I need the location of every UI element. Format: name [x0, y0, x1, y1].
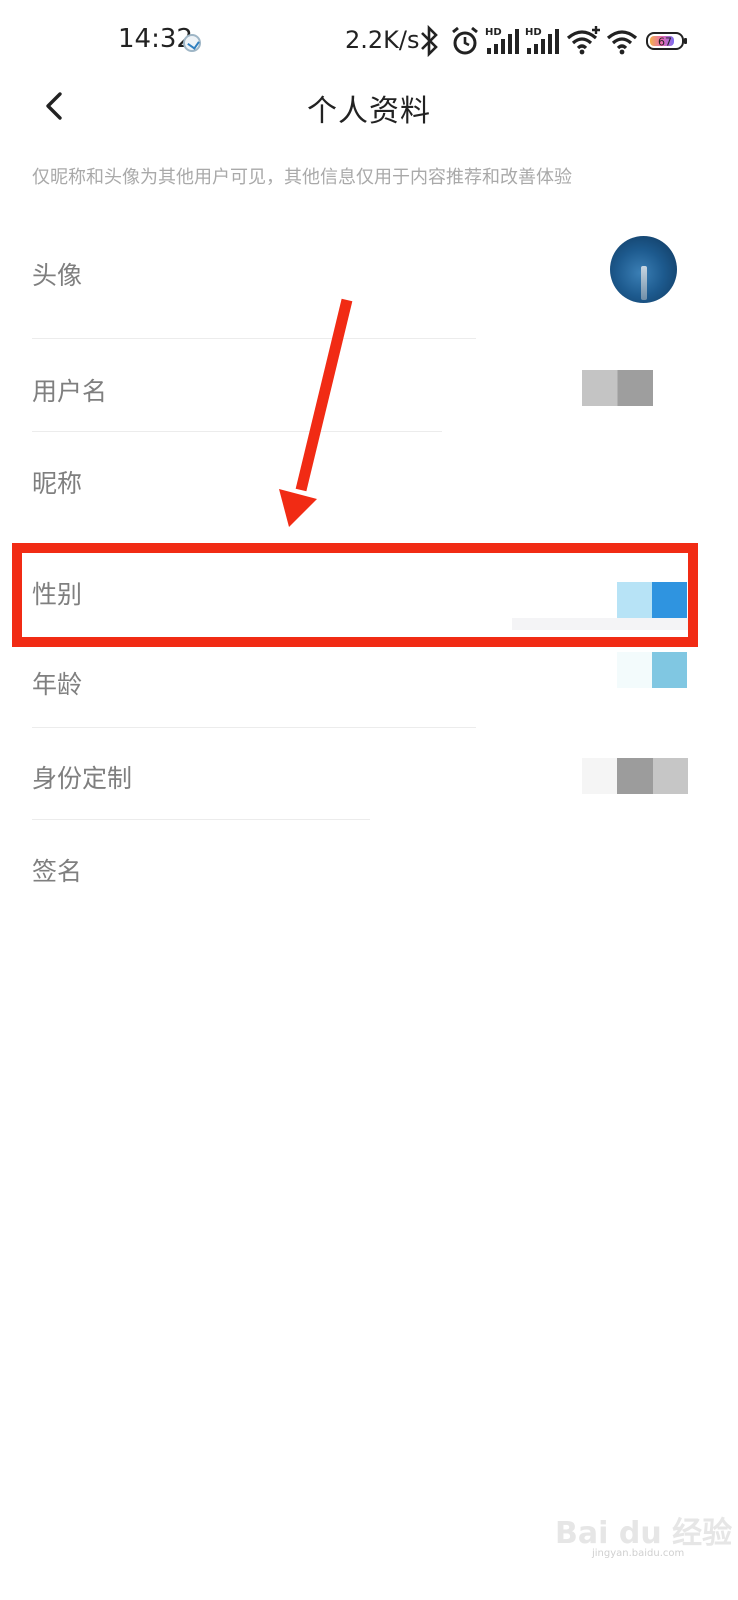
row-signature[interactable]: 签名 — [0, 820, 738, 912]
row-label: 签名 — [32, 857, 83, 886]
row-label: 身份定制 — [32, 764, 133, 793]
watermark-url: jingyan.baidu.com — [592, 1548, 685, 1559]
annotation-arrow — [279, 298, 353, 527]
row-label: 年龄 — [32, 670, 83, 699]
age-value-blurred — [617, 652, 687, 688]
watermark-logo: Bai du 经验 — [555, 1516, 733, 1551]
identity-value-blurred — [582, 758, 688, 794]
